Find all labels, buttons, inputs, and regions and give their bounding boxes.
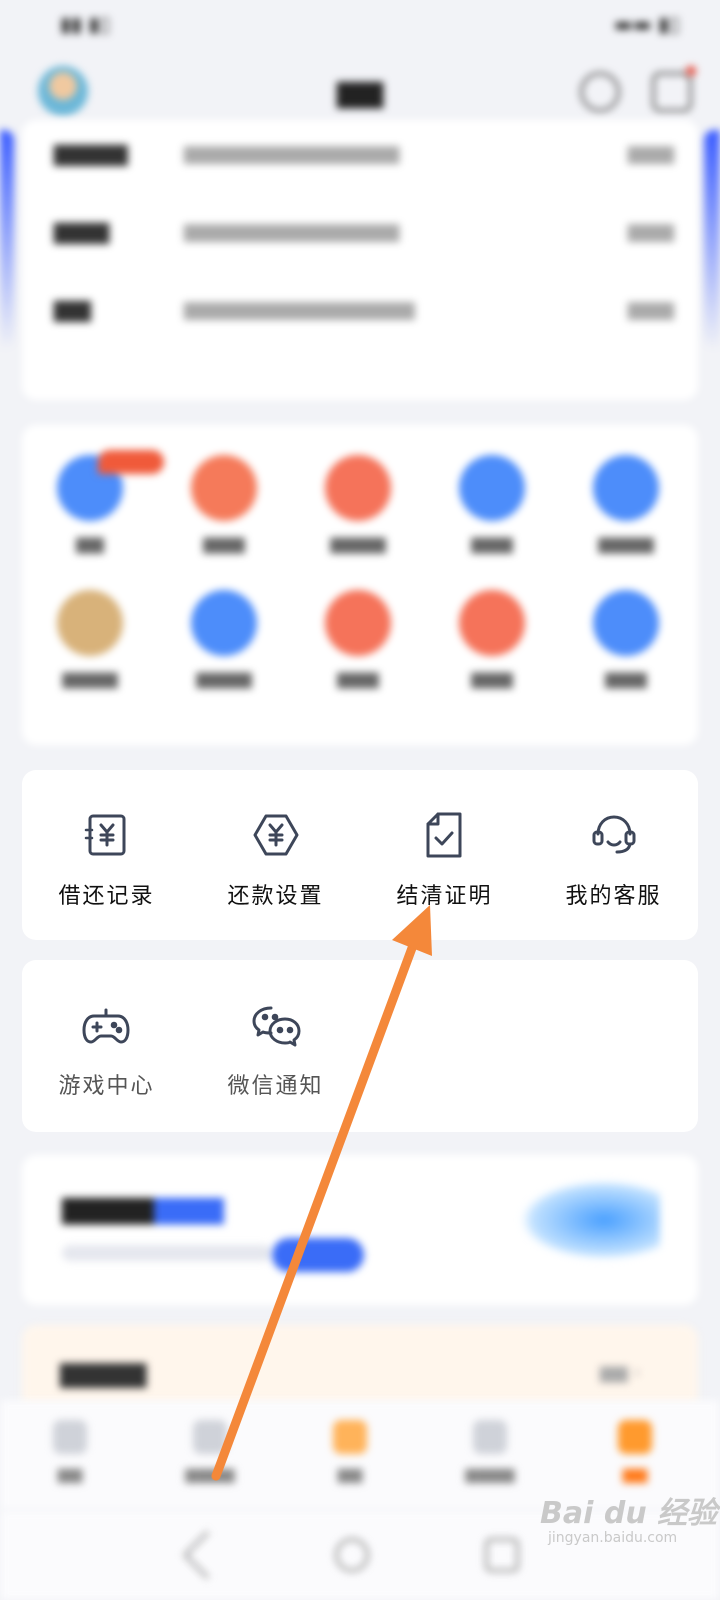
nav-item[interactable]: ▆▆▆▆ [140,1420,280,1483]
grid-item[interactable]: ▆▆▆ [432,455,552,554]
tool-label: 微信通知 [227,1074,324,1099]
customer-service-button[interactable]: 我的客服 [529,770,698,940]
tool-label: 还款设置 [227,884,324,909]
account-list-card: ▆▆▆▆ ▆▆▆▆▆▆▆▆▆▆▆▆▆▆ ▆▆▆ ▆▆▆ ▆▆▆▆▆▆▆▆▆▆▆▆▆▆ ▆… [22,120,698,400]
banner-title: ▆▆▆▆▆▆▆ [62,1190,224,1225]
hot-badge [98,450,164,474]
grid-item[interactable]: ▆▆▆▆ [164,590,284,689]
repayment-settings-button[interactable]: 还款设置 [191,770,360,940]
list-item[interactable]: ▆▆▆▆ ▆▆▆▆▆▆▆▆▆▆▆▆▆▆ ▆▆▆ [54,138,674,178]
list-item[interactable]: ▆▆▆▆▆▆▆▆▆▆▆▆▆▆▆▆▆▆▆▆ [54,216,674,256]
recents-icon[interactable] [485,1538,519,1572]
hexagon-yuan-icon [253,814,299,856]
grid-item[interactable]: ▆▆▆ [298,590,418,689]
game-center-button[interactable]: 游戏中心 [22,960,191,1132]
tool-label: 借还记录 [58,884,155,909]
battery-indicator: ▬▬ ▮▯ [613,12,680,36]
baidu-jingyan-watermark: Bai du 经验 jingyan.baidu.com [540,1488,717,1546]
nav-item[interactable]: ▆▆▆▆ [420,1420,560,1483]
member-more-link[interactable]: ▆▆ › [600,1362,641,1383]
tool-label: 游戏中心 [58,1074,155,1099]
gamepad-icon [82,1008,130,1044]
nav-item[interactable]: ▆▆ [280,1420,420,1483]
tool-label: 我的客服 [565,884,662,909]
tool-label: 结清证明 [396,884,493,909]
nav-item-me[interactable]: ▆▆ [565,1420,705,1483]
settlement-certificate-button[interactable]: 结清证明 [360,770,529,940]
receipt-yuan-icon [84,814,126,856]
grid-item[interactable]: ▆▆▆▆ [566,455,686,554]
wechat-notification-button[interactable]: 微信通知 [191,960,360,1132]
banner-illustration [520,1180,660,1260]
home-icon[interactable] [335,1538,369,1572]
grid-item[interactable]: ▆▆▆▆ [298,455,418,554]
message-icon[interactable] [652,72,692,112]
watermark-url: jingyan.baidu.com [548,1530,678,1546]
side-accent [704,130,720,350]
grid-item[interactable]: ▆▆▆ [432,590,552,689]
borrow-repay-records-button[interactable]: 借还记录 [22,770,191,940]
headset-icon [592,815,636,854]
list-item[interactable]: ▆▆▆▆▆▆▆▆▆▆▆▆▆▆▆▆▆▆▆▆ [54,294,674,334]
nav-item[interactable]: ▆▆ [0,1420,140,1483]
banner-button[interactable] [272,1238,364,1272]
extra-tools-card: 游戏中心 微信通知 [22,960,698,1132]
grid-item[interactable]: ▆▆▆ [164,455,284,554]
signal-indicators: ▮▮ ▮▯ [60,12,111,36]
status-bar: ▮▮ ▮▯ ▬▬ ▮▯ [0,0,720,48]
grid-item[interactable]: ▆▆▆▆ [30,590,150,689]
document-check-icon [426,812,462,858]
watermark-brand: Bai du 经验 [540,1496,718,1531]
side-accent [0,130,14,350]
tools-card: 借还记录 还款设置 结清证明 我的客服 [22,770,698,940]
grid-item[interactable]: ▆▆▆ [566,590,686,689]
settings-icon[interactable] [580,72,620,112]
banner-subtitle [62,1245,272,1261]
notification-dot [686,66,696,76]
wechat-icon [252,1006,301,1047]
member-center-title: ▆▆▆▆ [60,1355,147,1388]
